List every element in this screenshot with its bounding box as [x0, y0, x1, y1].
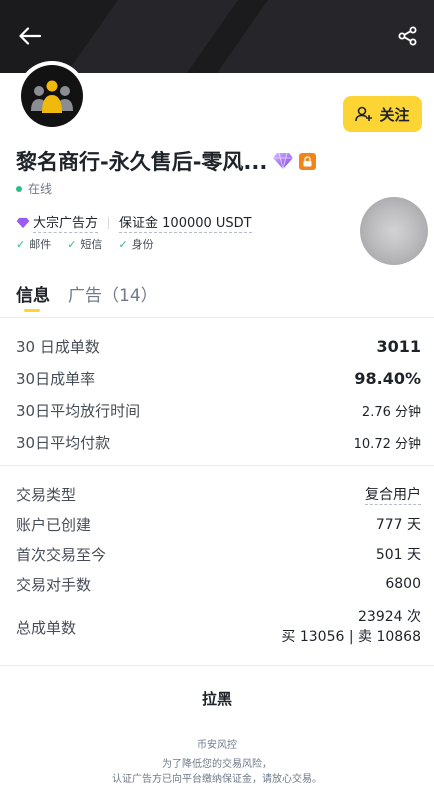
- stat-value: 98.40%: [354, 368, 421, 388]
- stats-section: 30 日成单数 3011 30日成单率 98.40% 30日平均放行时间 2.7…: [16, 330, 421, 458]
- tab-ads[interactable]: 广告（14）: [68, 281, 158, 306]
- verification-email: ✓ 邮件: [16, 236, 51, 252]
- verification-label: 身份: [131, 238, 154, 251]
- stat-row: 30日平均放行时间 2.76 分钟: [16, 394, 421, 426]
- large-advertiser-tag[interactable]: 大宗广告方: [33, 212, 99, 233]
- info-value[interactable]: 复合用户: [365, 484, 421, 505]
- add-user-icon: [355, 106, 373, 122]
- verification-sms: ✓ 短信: [67, 236, 102, 252]
- stat-value: 2.76 分钟: [361, 404, 421, 420]
- divider: [0, 665, 434, 666]
- tab-active-indicator: [24, 309, 40, 312]
- total-orders-row: 总成单数 23924 次 买 13056 | 卖 10868: [16, 601, 421, 653]
- blacklist-button[interactable]: 拉黑: [0, 688, 434, 709]
- merchant-tags: 大宗广告方 保证金 100000 USDT: [16, 212, 252, 233]
- footer-line: 为了降低您的交易风险，: [162, 759, 272, 770]
- risk-control-footer: 币安风控 为了降低您的交易风险， 认证广告方已向平台缴纳保证金，请放心交易。: [0, 738, 434, 787]
- divider: [0, 465, 434, 466]
- verification-label: 邮件: [29, 238, 52, 251]
- follow-label: 关注: [379, 105, 410, 124]
- info-label: 交易对手数: [16, 575, 92, 594]
- verification-identity: ✓ 身份: [118, 236, 153, 252]
- stat-value: 3011: [376, 336, 421, 356]
- floating-circle[interactable]: [360, 197, 428, 265]
- tab-label: 广告（14）: [68, 286, 158, 306]
- lock-badge-icon: [299, 152, 317, 170]
- verification-label: 短信: [80, 238, 103, 251]
- info-label: 总成单数: [16, 618, 77, 637]
- share-icon: [398, 26, 417, 46]
- info-row: 账户已创建 777 天: [16, 509, 421, 539]
- avatar[interactable]: [17, 61, 87, 131]
- follow-button[interactable]: 关注: [343, 96, 422, 132]
- footer-line: 认证广告方已向平台缴纳保证金，请放心交易。: [112, 774, 322, 785]
- stat-row: 30 日成单数 3011: [16, 330, 421, 362]
- arrow-left-icon: [19, 27, 41, 45]
- stat-row: 30日成单率 98.40%: [16, 362, 421, 394]
- info-label: 账户已创建: [16, 515, 92, 534]
- share-button[interactable]: [392, 20, 424, 52]
- stat-value: 10.72 分钟: [353, 436, 421, 452]
- tab-info[interactable]: 信息: [16, 281, 50, 312]
- info-label: 交易类型: [16, 485, 77, 504]
- deposit-tag[interactable]: 保证金 100000 USDT: [119, 212, 252, 233]
- check-icon: ✓: [16, 237, 26, 251]
- online-status-label: 在线: [28, 182, 53, 196]
- merchant-name-row: 黎名商行-永久售后-零风...: [16, 146, 317, 176]
- stat-label: 30 日成单数: [16, 337, 100, 356]
- stat-label: 30日平均付款: [16, 433, 111, 452]
- header-background: [0, 0, 434, 73]
- online-status: 在线: [16, 180, 52, 197]
- info-value: 501 天: [375, 547, 421, 563]
- footer-title: 币安风控: [197, 740, 237, 751]
- info-label: 首次交易至今: [16, 545, 107, 564]
- stat-label: 30日平均放行时间: [16, 401, 141, 420]
- back-button[interactable]: [14, 20, 46, 52]
- total-orders-count: 23924 次: [358, 609, 421, 625]
- group-users-icon: [31, 80, 73, 113]
- merchant-name: 黎名商行-永久售后-零风...: [16, 150, 268, 174]
- stat-label: 30日成单率: [16, 369, 96, 388]
- info-value: 6800: [385, 576, 421, 592]
- stat-row: 30日平均付款 10.72 分钟: [16, 426, 421, 458]
- info-row: 交易类型 复合用户: [16, 479, 421, 509]
- divider: [0, 317, 434, 318]
- total-orders-values: 23924 次 买 13056 | 卖 10868: [281, 607, 421, 647]
- diamond-badge-icon: [273, 152, 294, 170]
- diamond-small-icon: [16, 217, 30, 228]
- lock-icon: [303, 155, 312, 166]
- online-dot: [16, 185, 22, 192]
- account-info-section: 交易类型 复合用户 账户已创建 777 天 首次交易至今 501 天 交易对手数…: [16, 479, 421, 653]
- avatar-image: [21, 65, 83, 127]
- info-value: 777 天: [375, 517, 421, 533]
- total-orders-breakdown: 买 13056 | 卖 10868: [281, 629, 421, 645]
- check-icon: ✓: [67, 237, 77, 251]
- check-icon: ✓: [118, 237, 128, 251]
- tab-bar: 信息 广告（14）: [16, 281, 158, 312]
- tab-label: 信息: [16, 286, 50, 306]
- info-row: 交易对手数 6800: [16, 569, 421, 599]
- verification-list: ✓ 邮件 ✓ 短信 ✓ 身份: [16, 236, 154, 252]
- tag-divider: [108, 216, 110, 229]
- info-row: 首次交易至今 501 天: [16, 539, 421, 569]
